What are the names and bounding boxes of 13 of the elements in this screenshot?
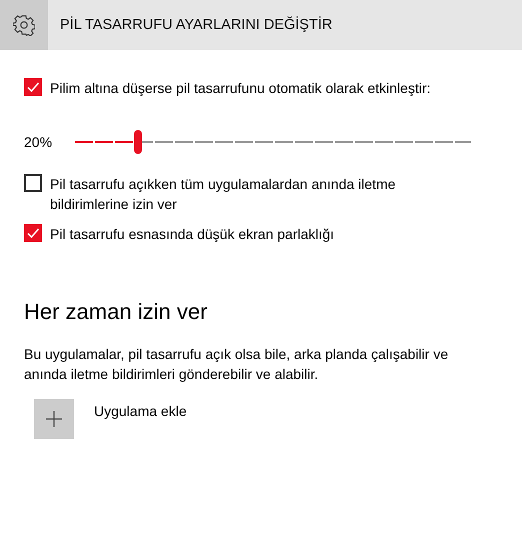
page-title: PİL TASARRUFU AYARLARINI DEĞİŞTİR <box>60 17 332 33</box>
checkbox-label: Pil tasarrufu açıkken tüm uygulamalardan anında iletme bildirimlerine izin ver <box>50 175 397 214</box>
checkbox-label: Pilim altına düşerse pil tasarrufunu otomatik olarak etkinleştir: <box>50 79 432 98</box>
slider-value: 20% <box>24 134 54 150</box>
section-heading: Her zaman izin ver <box>24 298 208 326</box>
checkbox[interactable] <box>24 174 42 192</box>
section-description: Bu uygulamalar, pil tasarrufu açık olsa bile, arka planda çalışabilir ve anında iletme bildirimleri gönderebilir ve alabilir. <box>24 345 450 384</box>
checkbox-label: Pil tasarrufu esnasında düşük ekran parlaklığı <box>50 225 336 244</box>
settings-icon[interactable] <box>0 0 48 50</box>
checkbox[interactable] <box>24 224 42 242</box>
checkbox[interactable] <box>24 78 42 96</box>
slider-thumb[interactable] <box>134 130 142 154</box>
add-app-link[interactable]: Uygulama ekle <box>94 403 187 419</box>
